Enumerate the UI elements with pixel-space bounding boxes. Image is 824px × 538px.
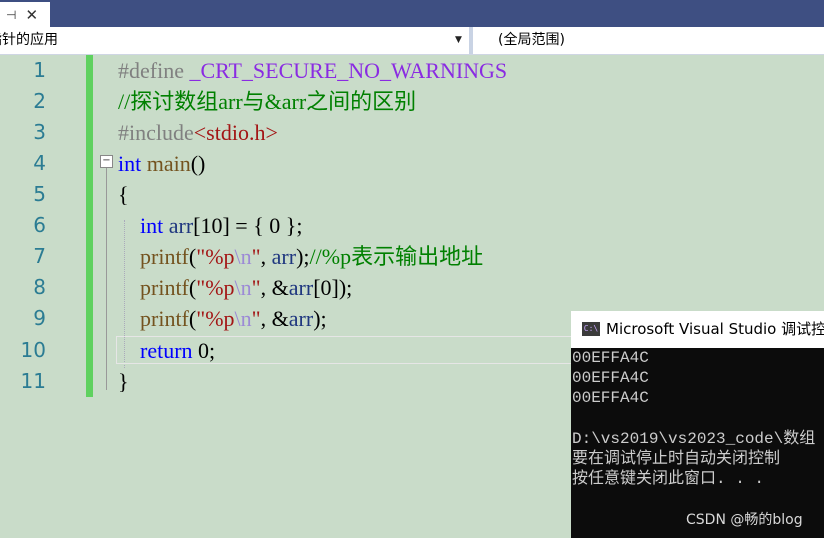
console-line: D:\vs2019\vs2023_code\数组 bbox=[572, 430, 816, 448]
close-tab-icon[interactable]: ✕ bbox=[25, 6, 38, 24]
code-line: 3 #include<stdio.h> bbox=[0, 117, 824, 148]
outline-guide bbox=[106, 168, 107, 390]
console-title: Microsoft Visual Studio 调试控 bbox=[606, 320, 824, 338]
line-number: 4 bbox=[33, 151, 46, 175]
navigation-bar: 指针的应用 ▼ (全局范围) bbox=[0, 27, 824, 55]
collapse-icon[interactable]: − bbox=[100, 155, 113, 168]
global-scope-dropdown[interactable]: (全局范围) bbox=[498, 27, 565, 54]
document-tab-strip: ⊣ ✕ bbox=[0, 0, 824, 27]
code-line: 2 //探讨数组arr与&arr之间的区别 bbox=[0, 86, 824, 117]
line-number: 9 bbox=[33, 306, 46, 330]
code-line: 1 #define _CRT_SECURE_NO_WARNINGS bbox=[0, 55, 824, 86]
console-line: 按任意键关闭此窗口. . . bbox=[572, 470, 765, 488]
code-text: #include<stdio.h> bbox=[118, 120, 278, 145]
console-line: 要在调试停止时自动关闭控制 bbox=[572, 450, 781, 468]
console-line: 00EFFA4C bbox=[572, 349, 649, 367]
code-text: int main() bbox=[118, 151, 206, 176]
code-text: printf("%p\n", &arr[0]); bbox=[140, 275, 353, 300]
code-text: printf("%p\n", &arr); bbox=[140, 306, 327, 331]
code-text: #define _CRT_SECURE_NO_WARNINGS bbox=[118, 58, 508, 83]
code-text: } bbox=[118, 369, 129, 394]
chevron-down-icon[interactable]: ▼ bbox=[455, 27, 469, 54]
line-number: 3 bbox=[33, 120, 46, 144]
line-number: 1 bbox=[33, 58, 46, 82]
line-number: 2 bbox=[33, 89, 46, 113]
project-scope-dropdown[interactable]: 指针的应用 bbox=[0, 27, 470, 54]
nav-divider bbox=[469, 27, 473, 54]
code-text: { bbox=[118, 182, 129, 207]
project-scope-label: 指针的应用 bbox=[0, 32, 58, 48]
console-line: 00EFFA4C bbox=[572, 389, 649, 407]
document-tab[interactable]: ⊣ ✕ bbox=[0, 2, 50, 27]
pin-icon[interactable]: ⊣ bbox=[6, 8, 16, 22]
console-line: 00EFFA4C bbox=[572, 369, 649, 387]
line-number: 8 bbox=[33, 275, 46, 299]
console-title-bar[interactable]: C:\ Microsoft Visual Studio 调试控 bbox=[571, 311, 824, 348]
debug-console-window[interactable]: C:\ Microsoft Visual Studio 调试控 00EFFA4C… bbox=[571, 311, 824, 538]
watermark: CSDN @畅的blog bbox=[686, 512, 803, 528]
code-text: //探讨数组arr与&arr之间的区别 bbox=[118, 89, 417, 114]
code-text: printf("%p\n", arr);//%p表示输出地址 bbox=[140, 244, 484, 269]
code-line: 5 { bbox=[0, 179, 824, 210]
line-number: 11 bbox=[20, 369, 46, 393]
code-line: 4 int main() bbox=[0, 148, 824, 179]
change-tracking-bar bbox=[86, 55, 93, 397]
line-number: 10 bbox=[20, 338, 46, 362]
line-number: 5 bbox=[33, 182, 46, 206]
line-number: 6 bbox=[33, 213, 46, 237]
console-app-icon: C:\ bbox=[582, 322, 600, 336]
code-text: int arr[10] = { 0 }; bbox=[140, 213, 303, 238]
current-line-highlight bbox=[116, 336, 576, 364]
line-number: 7 bbox=[33, 244, 46, 268]
